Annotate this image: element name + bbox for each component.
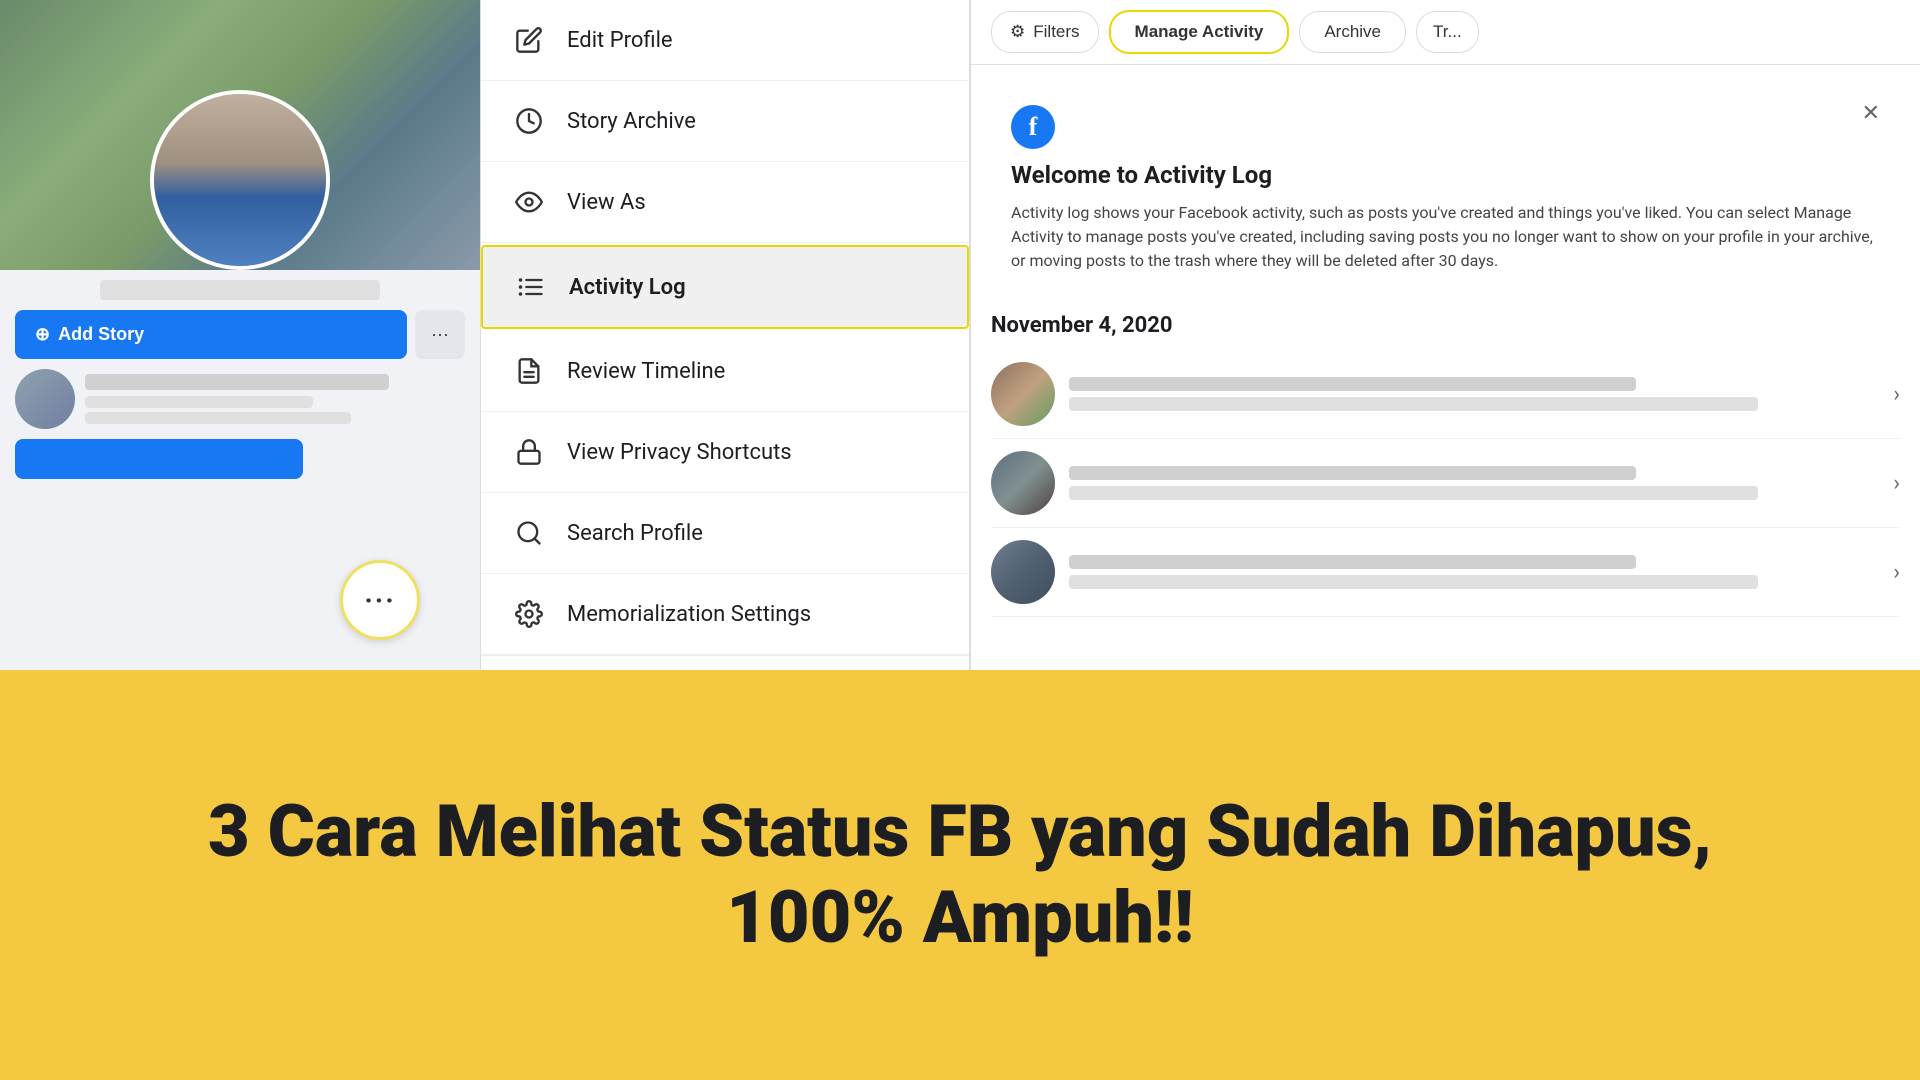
activity-text-bar-3a bbox=[1069, 555, 1636, 569]
banner-line-2: 100% Ampuh!! bbox=[726, 875, 1194, 960]
activity-avatar-1 bbox=[991, 362, 1055, 426]
pencil-icon bbox=[511, 22, 547, 58]
activity-log-content: f ✕ Welcome to Activity Log Activity log… bbox=[971, 65, 1920, 670]
filters-label: Filters bbox=[1033, 22, 1079, 42]
friend-name-bar bbox=[85, 374, 389, 390]
menu-item-view-privacy-shortcuts[interactable]: View Privacy Shortcuts bbox=[481, 412, 969, 493]
menu-item-memorialization-settings[interactable]: Memorialization Settings bbox=[481, 574, 969, 655]
more-options-button[interactable]: ··· bbox=[340, 560, 420, 640]
activity-text-bar-2a bbox=[1069, 466, 1636, 480]
menu-item-edit-profile[interactable]: Edit Profile bbox=[481, 0, 969, 81]
archive-button[interactable]: Archive bbox=[1299, 11, 1406, 53]
welcome-description: Activity log shows your Facebook activit… bbox=[1011, 201, 1880, 273]
activity-avatar-2 bbox=[991, 451, 1055, 515]
chevron-right-icon-3: › bbox=[1893, 560, 1900, 585]
filters-button[interactable]: ⚙ Filters bbox=[991, 11, 1099, 53]
menu-label-edit-profile: Edit Profile bbox=[567, 28, 673, 53]
menu-label-view-as: View As bbox=[567, 190, 646, 215]
filter-icon: ⚙ bbox=[1010, 22, 1025, 42]
bottom-banner: 3 Cara Melihat Status FB yang Sudah Diha… bbox=[0, 670, 1920, 1080]
menu-label-activity-log: Activity Log bbox=[569, 275, 686, 300]
document-icon bbox=[511, 353, 547, 389]
date-header: November 4, 2020 bbox=[991, 313, 1900, 338]
profile-menu: Edit Profile Story Archive View As Activ… bbox=[480, 0, 970, 670]
activity-item-3[interactable]: › bbox=[991, 528, 1900, 617]
more-tab-button[interactable]: Tr... bbox=[1416, 11, 1479, 53]
search-icon bbox=[511, 515, 547, 551]
friend-avatar bbox=[15, 369, 75, 429]
archive-label: Archive bbox=[1324, 22, 1381, 41]
friend-row bbox=[15, 369, 465, 429]
gear-icon bbox=[511, 596, 547, 632]
activity-avatar-3 bbox=[991, 540, 1055, 604]
welcome-title: Welcome to Activity Log bbox=[1011, 161, 1880, 189]
activity-log-panel: ⚙ Filters Manage Activity Archive Tr... … bbox=[970, 0, 1920, 670]
menu-label-story-archive: Story Archive bbox=[567, 109, 696, 134]
profile-avatar bbox=[150, 90, 330, 270]
activity-item[interactable]: › bbox=[991, 350, 1900, 439]
profile-name-bar bbox=[100, 280, 380, 300]
manage-activity-button[interactable]: Manage Activity bbox=[1109, 10, 1290, 54]
menu-item-search-profile[interactable]: Search Profile bbox=[481, 493, 969, 574]
menu-item-activity-log[interactable]: Activity Log bbox=[481, 245, 969, 329]
cover-photo bbox=[0, 0, 480, 270]
profile-image-container bbox=[0, 0, 480, 270]
activity-item-2[interactable]: › bbox=[991, 439, 1900, 528]
left-panel: ··· ⊕ Add Story ··· bbox=[0, 0, 480, 670]
friend-sub-bar bbox=[85, 396, 313, 408]
profile-link-section[interactable]: Your Profile Link Your personalized link… bbox=[481, 655, 969, 670]
facebook-logo-icon: f bbox=[1011, 105, 1055, 149]
plus-icon: ⊕ bbox=[35, 324, 50, 345]
manage-activity-label: Manage Activity bbox=[1135, 22, 1264, 41]
menu-item-review-timeline[interactable]: Review Timeline bbox=[481, 331, 969, 412]
chevron-right-icon-2: › bbox=[1893, 471, 1900, 496]
list-icon bbox=[513, 269, 549, 305]
activity-text-bar-3b bbox=[1069, 575, 1758, 589]
menu-label-search-profile: Search Profile bbox=[567, 521, 703, 546]
close-welcome-button[interactable]: ✕ bbox=[1862, 101, 1880, 126]
activity-text-bar-1a bbox=[1069, 377, 1636, 391]
friend-sub-bar2 bbox=[85, 412, 351, 424]
avatar-figure bbox=[154, 94, 326, 266]
welcome-card: f ✕ Welcome to Activity Log Activity log… bbox=[991, 85, 1900, 293]
eye-icon bbox=[511, 184, 547, 220]
add-story-section: ⊕ Add Story ··· bbox=[15, 310, 465, 359]
add-story-label: Add Story bbox=[58, 324, 144, 345]
banner-text: 3 Cara Melihat Status FB yang Sudah Diha… bbox=[208, 789, 1712, 962]
banner-line-1: 3 Cara Melihat Status FB yang Sudah Diha… bbox=[208, 789, 1712, 874]
activity-text-bar-1b bbox=[1069, 397, 1758, 411]
activity-info-1 bbox=[1069, 377, 1879, 411]
activity-info-2 bbox=[1069, 466, 1879, 500]
blue-action-bar bbox=[15, 439, 303, 479]
more-button[interactable]: ··· bbox=[415, 310, 465, 359]
friend-info bbox=[85, 374, 465, 424]
ellipsis-icon: ··· bbox=[431, 324, 449, 344]
fb-letter: f bbox=[1029, 112, 1038, 142]
menu-label-memorialization-settings: Memorialization Settings bbox=[567, 602, 811, 627]
menu-item-view-as[interactable]: View As bbox=[481, 162, 969, 243]
activity-text-bar-2b bbox=[1069, 486, 1758, 500]
chevron-right-icon: › bbox=[1893, 382, 1900, 407]
menu-label-view-privacy-shortcuts: View Privacy Shortcuts bbox=[567, 440, 792, 465]
activity-log-header: ⚙ Filters Manage Activity Archive Tr... bbox=[971, 0, 1920, 65]
add-story-button[interactable]: ⊕ Add Story bbox=[15, 310, 407, 359]
menu-item-story-archive[interactable]: Story Archive bbox=[481, 81, 969, 162]
activity-info-3 bbox=[1069, 555, 1879, 589]
lock-icon bbox=[511, 434, 547, 470]
more-tab-label: Tr... bbox=[1433, 22, 1462, 41]
menu-label-review-timeline: Review Timeline bbox=[567, 359, 725, 384]
clock-icon bbox=[511, 103, 547, 139]
